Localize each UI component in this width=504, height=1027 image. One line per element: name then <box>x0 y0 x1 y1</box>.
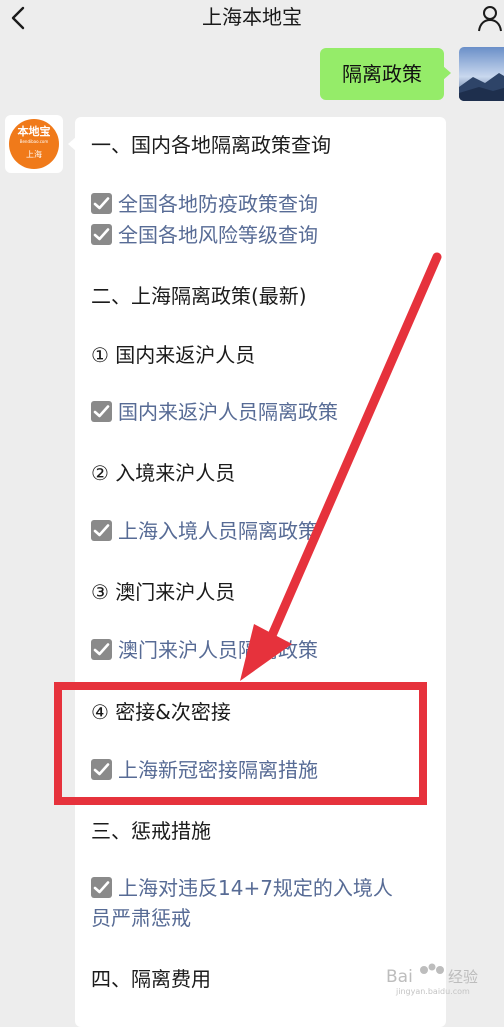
policy-link[interactable]: 上海入境人员隔离政策 <box>91 518 318 544</box>
section-heading: 四、隔离费用 <box>91 967 211 991</box>
bendibao-logo: 本地宝 Bendibao.com 上海 <box>9 119 59 169</box>
checkbox-checked-icon <box>91 520 112 541</box>
top-bar: 上海本地宝 <box>0 0 504 40</box>
policy-link[interactable]: 澳门来沪人员隔离政策 <box>91 637 318 663</box>
user-avatar[interactable] <box>459 47 504 101</box>
user-icon[interactable] <box>476 4 504 32</box>
svg-text:经验: 经验 <box>448 968 478 986</box>
section-heading: 二、上海隔离政策(最新) <box>91 284 307 308</box>
svg-text:Bai: Bai <box>386 967 413 987</box>
svg-text:jingyan.baidu.com: jingyan.baidu.com <box>395 987 470 996</box>
policy-link[interactable]: 全国各地防疫政策查询 <box>91 191 318 217</box>
checkbox-checked-icon <box>91 759 112 780</box>
subsection-heading: ④ 密接&次密接 <box>91 700 231 724</box>
checkbox-checked-icon <box>91 224 112 245</box>
checkbox-checked-icon <box>91 401 112 422</box>
section-heading: 一、国内各地隔离政策查询 <box>91 133 331 157</box>
checkbox-checked-icon <box>91 639 112 660</box>
policy-link[interactable]: 上海对违反14+7规定的入境人员严肃惩戒 <box>91 873 411 933</box>
reply-message-bubble: 一、国内各地隔离政策查询 全国各地防疫政策查询 全国各地风险等级查询 二、上海隔… <box>68 117 446 1027</box>
policy-link[interactable]: 全国各地风险等级查询 <box>91 222 318 248</box>
subsection-heading: ③ 澳门来沪人员 <box>91 580 236 604</box>
checkbox-checked-icon <box>91 193 112 214</box>
sent-message-bubble[interactable]: 隔离政策 <box>320 48 451 100</box>
bot-avatar[interactable]: 本地宝 Bendibao.com 上海 <box>5 115 63 173</box>
subsection-heading: ① 国内来返沪人员 <box>91 343 256 367</box>
policy-link[interactable]: 上海新冠密接隔离措施 <box>91 757 318 783</box>
watermark-logo: Bai 经验 jingyan.baidu.com <box>386 963 478 996</box>
checkbox-checked-icon <box>91 877 112 898</box>
subsection-heading: ② 入境来沪人员 <box>91 461 236 485</box>
policy-link[interactable]: 国内来返沪人员隔离政策 <box>91 399 338 425</box>
page-title: 上海本地宝 <box>202 5 302 29</box>
section-heading: 三、惩戒措施 <box>91 819 211 843</box>
